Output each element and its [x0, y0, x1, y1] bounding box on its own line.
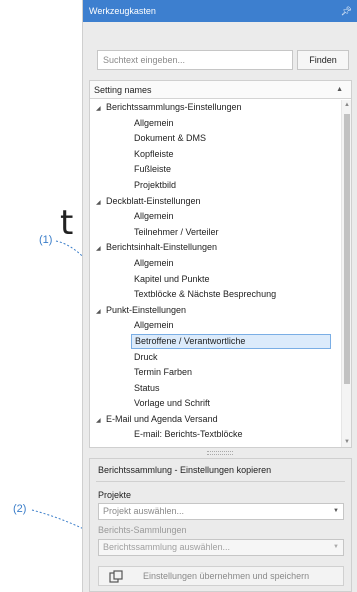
tree-node-label: Kopfleiste	[134, 148, 174, 159]
tree-leaf-node[interactable]: Vorlage und Schrift	[90, 396, 341, 412]
tree-node-label: Betroffene / Verantwortliche	[131, 333, 331, 349]
toolbox-panel: Werkzeugkasten 📌︎ Finden Setting names ▲…	[82, 0, 357, 592]
tree-node-label: Fußleiste	[134, 164, 172, 175]
tree-leaf-node[interactable]: E-mail: Berichts-Textblöcke	[90, 427, 341, 443]
tree-node-label: Druck	[134, 351, 158, 362]
tree-leaf-node[interactable]: Dokument & DMS	[90, 131, 341, 147]
tree-node-label: Deckblatt-Einstellungen	[106, 195, 201, 206]
projects-label: Projekte	[98, 490, 132, 500]
tree-group-node[interactable]: ◢ Deckblatt-Einstellungen	[90, 194, 341, 210]
tree-leaf-node[interactable]: Fußleiste	[90, 162, 341, 178]
collapse-arrow-icon[interactable]: ◢	[96, 196, 106, 212]
tree-leaf-node[interactable]: Betroffene / Verantwortliche	[90, 333, 341, 350]
tree-node-label: E-Mail und Agenda Versand	[106, 413, 218, 424]
projects-dropdown[interactable]: Projekt auswählen... ▼	[98, 503, 344, 520]
tree-node-label: Allgemein	[134, 211, 174, 222]
collections-dropdown-placeholder: Berichtssammlung auswählen...	[103, 542, 231, 552]
panel-titlebar: Werkzeugkasten 📌︎	[83, 0, 357, 22]
tree-node-label: Dokument & DMS	[134, 133, 207, 144]
tree-leaf-node[interactable]: Kapitel und Punkte	[90, 272, 341, 288]
group-divider	[96, 481, 345, 482]
tree-node-label: Berichtsinhalt-Einstellungen	[106, 242, 218, 253]
tree-leaf-node[interactable]: Kopfleiste	[90, 147, 341, 163]
copy-group-title: Berichtssammlung - Einstellungen kopiere…	[98, 465, 272, 475]
tree-leaf-node[interactable]: Allgemein	[90, 318, 341, 334]
collections-label: Berichts-Sammlungen	[98, 525, 187, 535]
collapse-arrow-icon[interactable]: ◢	[96, 102, 106, 118]
scroll-up-icon[interactable]: ▲	[342, 100, 351, 110]
tree-group-node[interactable]: ◢ Berichtssammlungs-Einstellungen	[90, 100, 341, 116]
tree-scrollbar[interactable]: ▲ ▼	[341, 100, 351, 447]
tree-group-node[interactable]: ◢ E-Mail und Agenda Versand	[90, 412, 341, 428]
sort-ascending-icon[interactable]: ▲	[336, 81, 343, 99]
search-input[interactable]	[97, 50, 293, 70]
collapse-arrow-icon[interactable]: ◢	[96, 414, 106, 430]
tree-node-label: Teilnehmer / Verteiler	[134, 226, 219, 237]
tree-leaf-node[interactable]: Status	[90, 381, 341, 397]
collapse-arrow-icon[interactable]: ◢	[96, 305, 106, 321]
tree-node-label: Projektbild	[134, 179, 177, 190]
find-button[interactable]: Finden	[297, 50, 349, 70]
tree-node-label: Allgemein	[134, 117, 174, 128]
copy-settings-group: Berichtssammlung - Einstellungen kopiere…	[89, 458, 352, 592]
tree-node-label: Berichtssammlungs-Einstellungen	[106, 102, 242, 112]
chevron-down-icon[interactable]: ▼	[333, 504, 339, 519]
apply-and-save-button[interactable]: Einstellungen übernehmen und speichern	[98, 566, 344, 586]
tree-node-label: Textblöcke & Nächste Besprechung	[134, 289, 277, 300]
tree-node-label: Termin Farben	[134, 367, 193, 378]
search-row: Finden	[97, 50, 349, 70]
tree-leaf-node[interactable]: Allgemein	[90, 209, 341, 225]
tree-node-label: E-mail: Berichts-Textblöcke	[134, 429, 243, 440]
tree-leaf-node[interactable]: Druck	[90, 350, 341, 366]
scrollbar-thumb[interactable]	[344, 114, 350, 384]
collapse-arrow-icon[interactable]: ◢	[96, 242, 106, 258]
scroll-down-icon[interactable]: ▼	[342, 437, 351, 447]
tree-leaf-node[interactable]: Textblöcke & Nächste Besprechung	[90, 287, 341, 303]
pin-icon[interactable]: 📌︎	[341, 0, 352, 22]
chevron-down-icon[interactable]: ▼	[333, 540, 339, 555]
apply-button-label: Einstellungen übernehmen und speichern	[143, 571, 310, 581]
tree-node-label: Punkt-Einstellungen	[106, 304, 187, 315]
tree-node-label: Allgemein	[134, 320, 174, 331]
tree-group-node[interactable]: ◢ Punkt-Einstellungen	[90, 303, 341, 319]
projects-dropdown-placeholder: Projekt auswählen...	[103, 506, 185, 516]
tree-column-header[interactable]: Setting names ▲	[90, 81, 351, 99]
tree-leaf-node[interactable]: Allgemein	[90, 116, 341, 132]
collections-dropdown[interactable]: Berichtssammlung auswählen... ▼	[98, 539, 344, 556]
tree-leaf-node[interactable]: Teilnehmer / Verteiler	[90, 225, 341, 241]
tree-header-label: Setting names	[94, 85, 152, 95]
tree-leaf-node[interactable]: Allgemein	[90, 256, 341, 272]
tree-leaf-node[interactable]: Projektbild	[90, 178, 341, 194]
copy-settings-icon	[109, 570, 123, 583]
tree-group-node[interactable]: ◢ Berichtsinhalt-Einstellungen	[90, 240, 341, 256]
tree-node-label: Vorlage und Schrift	[134, 398, 211, 409]
settings-tree: Setting names ▲ ◢ Berichtssammlungs-Einst…	[89, 80, 352, 448]
tree-node-label: Status	[134, 382, 160, 393]
tree-leaf-node[interactable]: Termin Farben	[90, 365, 341, 381]
tree-node-label: Kapitel und Punkte	[134, 273, 210, 284]
tree-node-list: ◢ Berichtssammlungs-Einstellungen Allgemei…	[90, 100, 341, 443]
tree-node-label: Allgemein	[134, 257, 174, 268]
panel-title: Werkzeugkasten	[89, 6, 156, 16]
splitter-grip[interactable]	[207, 451, 233, 455]
